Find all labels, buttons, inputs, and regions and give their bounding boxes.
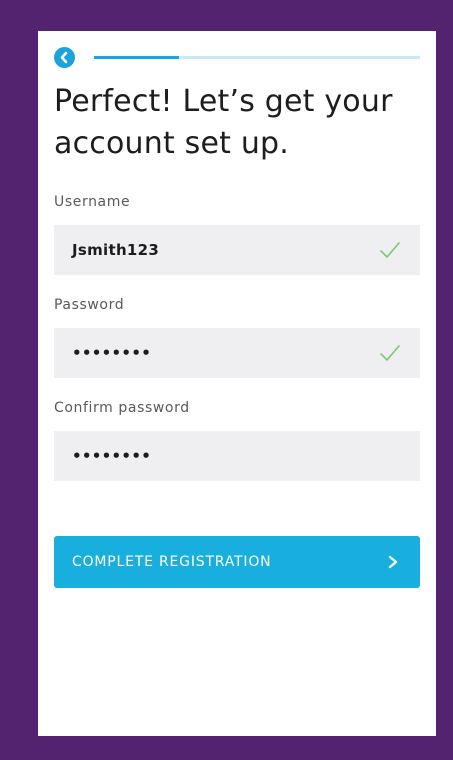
device-frame: Perfect! Let’s get your account set up. …: [0, 0, 453, 760]
check-icon: [380, 345, 400, 361]
progress-bar: [94, 56, 420, 59]
chevron-right-icon: [388, 555, 398, 569]
password-label: Password: [54, 297, 125, 313]
confirm-password-label: Confirm password: [54, 400, 190, 416]
check-icon: [380, 242, 400, 258]
chevron-left-icon: [60, 51, 68, 64]
confirm-password-field[interactable]: ••••••••: [54, 431, 420, 481]
progress-fill: [94, 56, 179, 59]
page-title: Perfect! Let’s get your account set up.: [54, 84, 393, 161]
registration-card: Perfect! Let’s get your account set up. …: [38, 31, 436, 736]
top-bar: [54, 47, 420, 69]
complete-registration-label: COMPLETE REGISTRATION: [72, 554, 272, 570]
password-value: ••••••••: [72, 344, 152, 362]
complete-registration-button[interactable]: COMPLETE REGISTRATION: [54, 536, 420, 588]
username-field[interactable]: Jsmith123: [54, 225, 420, 275]
password-field[interactable]: ••••••••: [54, 328, 420, 378]
confirm-password-value: ••••••••: [72, 447, 152, 465]
username-value: Jsmith123: [72, 241, 160, 259]
username-label: Username: [54, 194, 131, 210]
back-button[interactable]: [54, 47, 75, 68]
